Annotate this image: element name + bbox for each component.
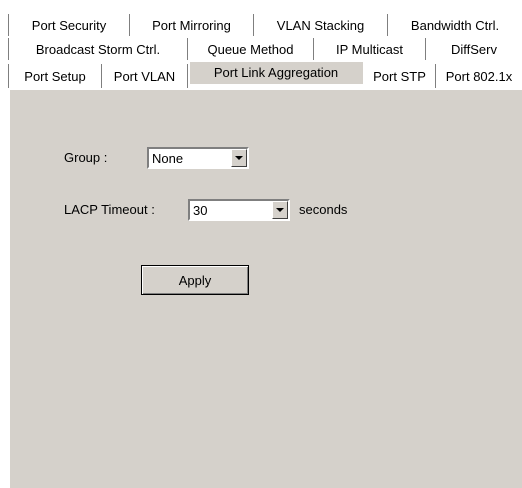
tab-row-1: Port Security Port Mirroring VLAN Stacki… <box>8 14 522 36</box>
lacp-timeout-label: LACP Timeout : <box>64 202 155 217</box>
tab-vlan-stacking[interactable]: VLAN Stacking <box>254 14 388 36</box>
chevron-down-icon <box>276 208 284 212</box>
tab-port-setup[interactable]: Port Setup <box>8 64 102 88</box>
tab-port-security[interactable]: Port Security <box>8 14 130 36</box>
tab-port-link-aggregation[interactable]: Port Link Aggregation <box>188 60 364 84</box>
group-select[interactable]: None <box>147 147 249 169</box>
tab-row-3: Port Setup Port VLAN Port Link Aggregati… <box>8 60 522 88</box>
tab-ip-multicast[interactable]: IP Multicast <box>314 38 426 60</box>
apply-button[interactable]: Apply <box>141 265 249 295</box>
tab-queue-method[interactable]: Queue Method <box>188 38 314 60</box>
lacp-timeout-select[interactable]: 30 <box>188 199 290 221</box>
chevron-down-icon <box>235 156 243 160</box>
lacp-timeout-value: 30 <box>193 202 208 218</box>
group-value: None <box>152 150 184 166</box>
tab-diffserv[interactable]: DiffServ <box>426 38 522 60</box>
lacp-timeout-unit: seconds <box>299 202 348 217</box>
tab-port-mirroring[interactable]: Port Mirroring <box>130 14 254 36</box>
tab-row-2: Broadcast Storm Ctrl. Queue Method IP Mu… <box>8 38 522 60</box>
tab-panel: Group : None LACP Timeout : 30 seconds A… <box>8 88 522 488</box>
tab-port-8021x[interactable]: Port 802.1x <box>436 64 522 88</box>
tab-bandwidth-ctrl[interactable]: Bandwidth Ctrl. <box>388 14 522 36</box>
lacp-dropdown-button[interactable] <box>272 201 288 219</box>
tab-port-vlan[interactable]: Port VLAN <box>102 64 188 88</box>
group-label: Group : <box>64 150 108 165</box>
tab-broadcast-storm-ctrl[interactable]: Broadcast Storm Ctrl. <box>8 38 188 60</box>
group-dropdown-button[interactable] <box>231 149 247 167</box>
tab-port-stp[interactable]: Port STP <box>364 64 436 88</box>
